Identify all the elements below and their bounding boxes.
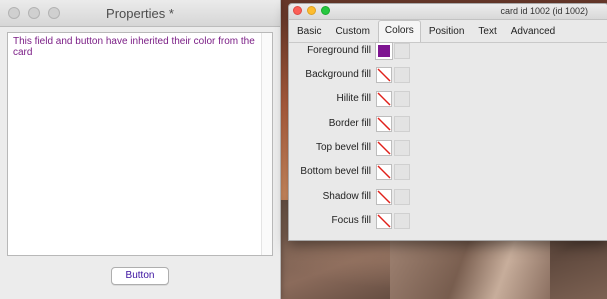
tab-position[interactable]: Position [423,22,471,42]
row-label: Background fill [305,69,371,80]
minimize-icon[interactable] [307,6,316,15]
row-bottom-bevel-fill: Bottom bevel fill [289,164,419,182]
row-border-fill: Border fill [289,116,419,134]
row-label: Shadow fill [322,191,371,202]
card-button[interactable]: Button [111,267,169,285]
color-reset-button[interactable] [394,213,410,229]
tab-advanced[interactable]: Advanced [505,22,561,42]
no-color-swatch-icon[interactable] [376,140,392,156]
row-focus-fill: Focus fill [289,213,419,231]
properties-window: Properties * This field and button have … [0,0,281,299]
color-reset-button[interactable] [394,91,410,107]
row-shadow-fill: Shadow fill [289,189,419,207]
color-reset-button[interactable] [394,189,410,205]
inspector-tabs: Basic Custom Colors Position Text Advanc… [289,20,607,43]
tab-colors[interactable]: Colors [377,20,421,42]
no-color-swatch-icon[interactable] [376,213,392,229]
row-label: Hilite fill [336,93,371,104]
no-color-swatch-icon[interactable] [376,67,392,83]
row-background-fill: Background fill [289,67,419,85]
row-hilite-fill: Hilite fill [289,91,419,109]
inspector-titlebar[interactable]: card id 1002 (id 1002) [289,4,607,20]
tab-basic[interactable]: Basic [291,22,327,42]
no-color-swatch-icon[interactable] [376,91,392,107]
row-label: Border fill [328,118,371,129]
tab-text[interactable]: Text [472,22,502,42]
no-color-swatch-icon[interactable] [376,116,392,132]
row-label: Foreground fill [307,45,371,56]
no-color-swatch-icon[interactable] [376,164,392,180]
field-scrollbar[interactable] [261,33,272,255]
no-color-swatch-icon[interactable] [376,189,392,205]
row-label: Bottom bevel fill [300,166,371,177]
color-reset-button[interactable] [394,116,410,132]
window-controls [293,6,330,15]
window-title: Properties * [106,6,174,21]
row-label: Focus fill [331,215,371,226]
inspector-window: card id 1002 (id 1002) Basic Custom Colo… [288,3,607,241]
tab-custom[interactable]: Custom [329,22,375,42]
properties-titlebar[interactable]: Properties * [0,0,280,27]
color-reset-button[interactable] [394,164,410,180]
row-label: Top bevel fill [315,142,371,153]
color-reset-button[interactable] [394,67,410,83]
text-field[interactable]: This field and button have inherited the… [7,32,273,256]
color-reset-button[interactable] [394,43,410,59]
color-swatch[interactable] [375,42,393,60]
row-top-bevel-fill: Top bevel fill [289,140,419,158]
window-title: card id 1002 (id 1002) [500,6,588,16]
close-icon[interactable] [293,6,302,15]
row-foreground-fill: Foreground fill [289,42,419,61]
field-text[interactable]: This field and button have inherited the… [8,33,268,58]
color-reset-button[interactable] [394,140,410,156]
zoom-icon[interactable] [321,6,330,15]
